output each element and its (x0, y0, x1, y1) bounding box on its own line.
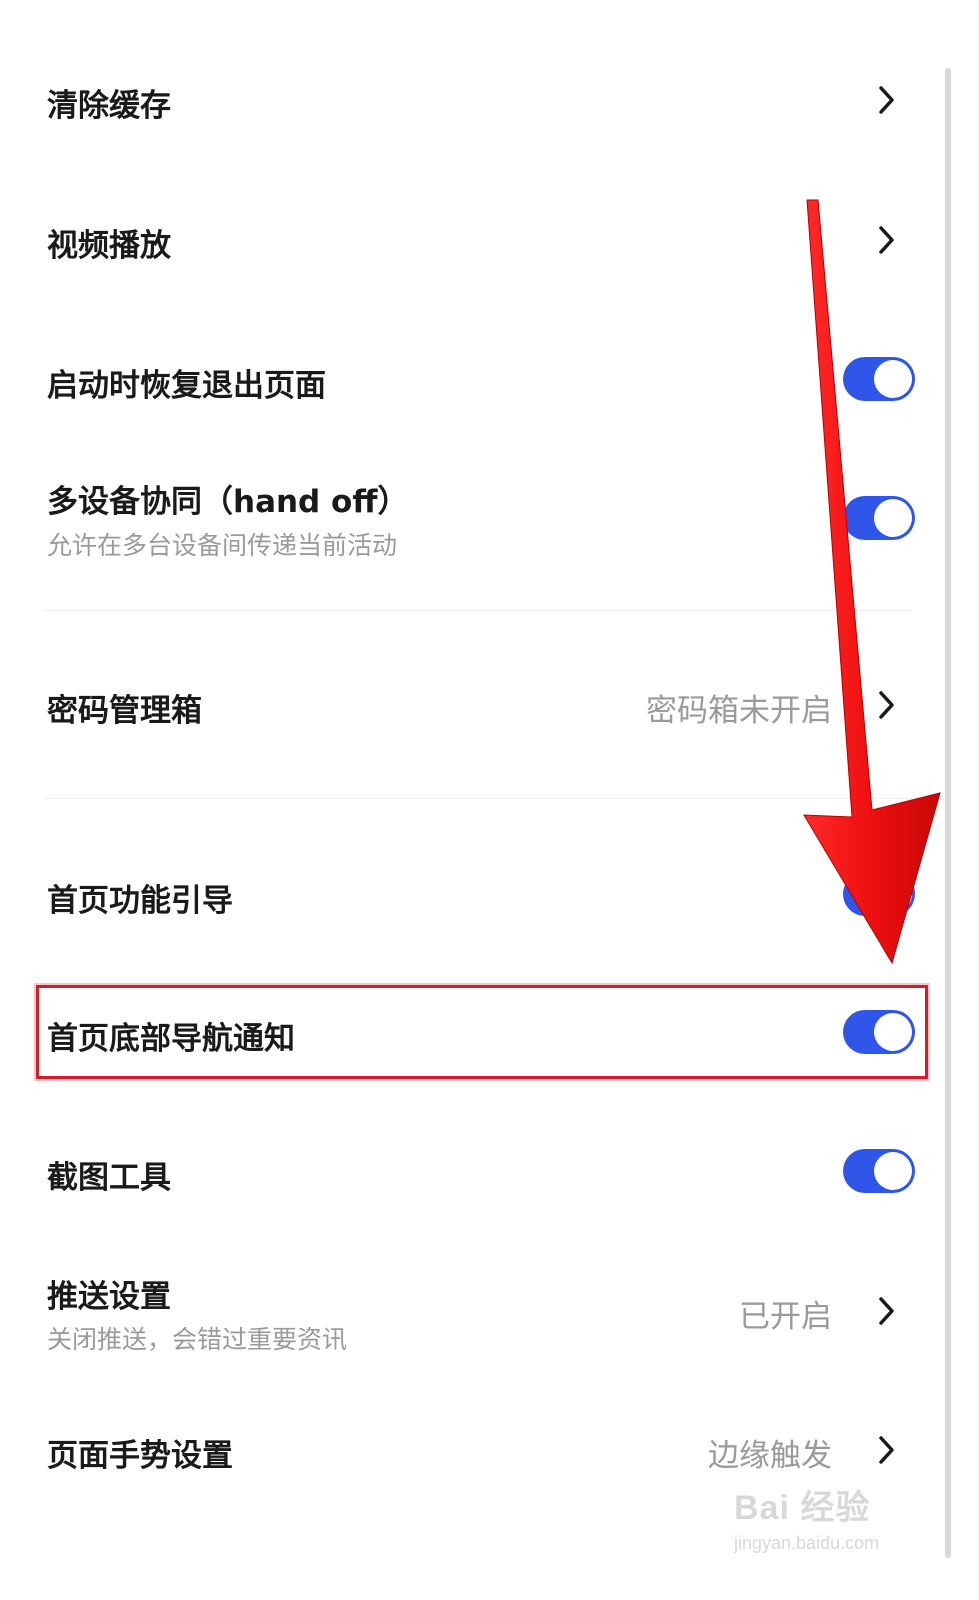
chevron-right-icon (879, 226, 894, 254)
toggle-knob (874, 875, 912, 913)
section-divider (44, 798, 912, 799)
setting-label: 页面手势设置 (47, 1438, 233, 1474)
setting-label: 启动时恢复退出页面 (47, 368, 326, 404)
chevron-right-icon (879, 86, 894, 114)
setting-value: 密码箱未开启 (646, 693, 832, 729)
setting-handoff: 多设备协同（hand off） 允许在多台设备间传递当前活动 (0, 470, 940, 580)
red-down-arrow-annotation (803, 199, 941, 965)
toggle-knob (874, 499, 912, 537)
setting-label: 推送设置 (47, 1279, 171, 1315)
setting-value: 已开启 (739, 1299, 832, 1335)
restore-on-launch-toggle[interactable] (843, 357, 915, 401)
toggle-knob (874, 360, 912, 398)
chevron-right-icon (879, 691, 894, 719)
toggle-knob (874, 1152, 912, 1190)
setting-clear-cache[interactable]: 清除缓存 (0, 60, 940, 140)
setting-home-guide: 首页功能引导 (0, 855, 940, 935)
setting-video-playback[interactable]: 视频播放 (0, 200, 940, 280)
setting-push[interactable]: 推送设置 关闭推送，会错过重要资讯 已开启 (0, 1265, 940, 1375)
scrollbar[interactable] (945, 68, 951, 1558)
setting-label: 截图工具 (47, 1160, 171, 1196)
setting-sublabel: 关闭推送，会错过重要资讯 (47, 1325, 348, 1354)
setting-restore-on-launch: 启动时恢复退出页面 (0, 340, 940, 420)
watermark-main: Bai 经验 (734, 1489, 871, 1527)
setting-label: 多设备协同（hand off） (47, 484, 409, 520)
setting-label: 清除缓存 (47, 88, 171, 124)
setting-value: 边缘触发 (708, 1438, 832, 1474)
setting-gesture[interactable]: 页面手势设置 边缘触发 (0, 1410, 940, 1490)
section-divider (44, 610, 912, 611)
setting-label: 首页功能引导 (47, 883, 233, 919)
setting-screenshot-tool: 截图工具 (0, 1132, 940, 1212)
setting-sublabel: 允许在多台设备间传递当前活动 (47, 531, 398, 560)
setting-password-manager[interactable]: 密码管理箱 密码箱未开启 (0, 665, 940, 745)
baidu-jingyan-watermark: Bai 经验 jingyan.baidu.com (734, 1480, 934, 1560)
handoff-toggle[interactable] (843, 496, 915, 540)
highlight-annotation-box (36, 985, 928, 1079)
home-guide-toggle[interactable] (843, 872, 915, 916)
setting-label: 密码管理箱 (47, 693, 202, 729)
watermark-sub: jingyan.baidu.com (734, 1533, 880, 1553)
chevron-right-icon (879, 1297, 894, 1325)
setting-label: 视频播放 (47, 228, 171, 264)
screenshot-tool-toggle[interactable] (843, 1149, 915, 1193)
chevron-right-icon (879, 1436, 894, 1464)
